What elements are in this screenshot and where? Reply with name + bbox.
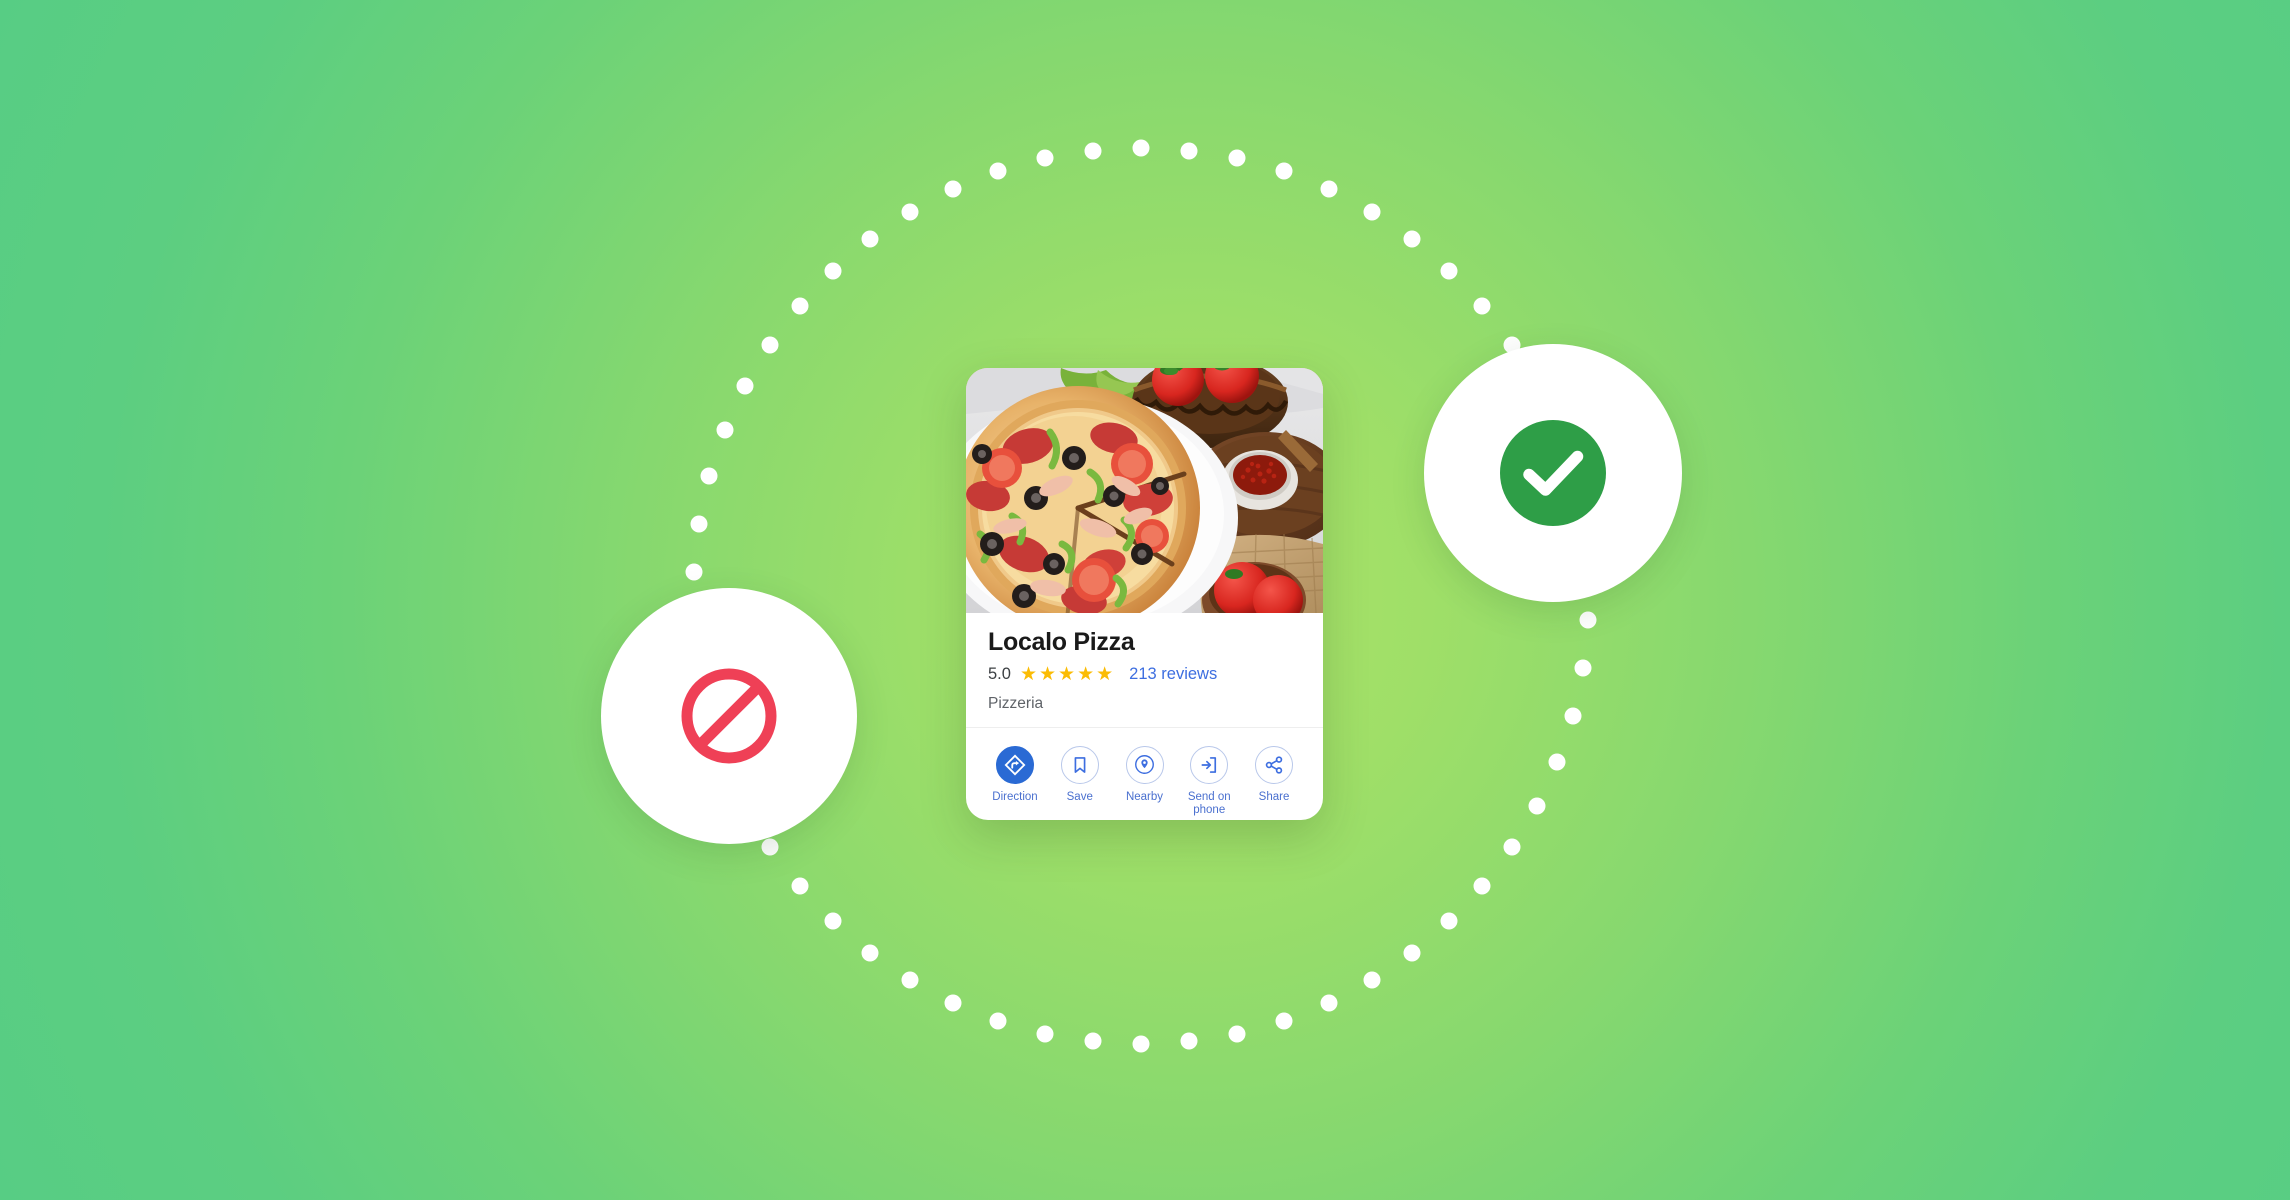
ring-dot	[1363, 203, 1381, 221]
send-to-phone-icon	[1201, 756, 1217, 773]
ring-dot	[1548, 753, 1566, 771]
pizza-photo-illustration	[966, 368, 1323, 613]
ring-dot	[1084, 142, 1102, 160]
ring-dot	[1440, 912, 1458, 930]
action-save[interactable]: Save	[1049, 745, 1111, 804]
prohibition-icon	[681, 668, 777, 764]
reviews-link[interactable]: 213 reviews	[1129, 665, 1217, 684]
ring-dot	[824, 912, 842, 930]
ring-dot	[824, 262, 842, 280]
ring-dot	[1036, 1025, 1054, 1043]
ring-dot	[989, 1012, 1007, 1030]
ring-dot	[1320, 180, 1338, 198]
ring-dot	[1363, 971, 1381, 989]
save-button[interactable]	[1060, 745, 1099, 784]
action-share[interactable]: Share	[1243, 745, 1305, 804]
ring-dot	[791, 877, 809, 895]
ring-dot	[1180, 1032, 1198, 1050]
action-nearby[interactable]: Nearby	[1114, 745, 1176, 804]
ring-dot	[1579, 611, 1597, 629]
ring-dot	[1503, 838, 1521, 856]
ring-dot	[901, 203, 919, 221]
ring-dot	[1574, 659, 1592, 677]
ring-dot	[1403, 230, 1421, 248]
ring-dot	[1132, 1035, 1150, 1053]
ring-dot	[1180, 142, 1198, 160]
ring-dot	[690, 515, 708, 533]
nearby-button[interactable]	[1125, 745, 1164, 784]
send-on-phone-button[interactable]	[1190, 745, 1229, 784]
ring-dot	[1036, 149, 1054, 167]
ring-dot	[1228, 1025, 1246, 1043]
ring-dot	[1228, 149, 1246, 167]
blocked-badge	[601, 588, 857, 844]
rating-value: 5.0	[988, 664, 1011, 683]
share-button[interactable]	[1255, 745, 1293, 784]
action-label: Send on phone	[1187, 790, 1231, 816]
ring-dot	[700, 467, 718, 485]
action-bar: Direction Save Nearby Send on phone Shar…	[966, 728, 1323, 821]
action-label: Direction	[992, 790, 1038, 803]
place-card: Localo Pizza 5.0 ★ ★ ★ ★ ★ 213 reviews P…	[966, 368, 1323, 820]
direction-button[interactable]	[996, 745, 1034, 784]
ring-dot	[761, 336, 779, 354]
action-label: Share	[1258, 790, 1290, 803]
ring-dot	[1473, 877, 1491, 895]
ring-dot	[1275, 1012, 1293, 1030]
ring-dot	[944, 994, 962, 1012]
ring-dot	[1440, 262, 1458, 280]
star-icon: ★	[1096, 663, 1114, 685]
ring-dot	[1084, 1032, 1102, 1050]
ring-dot	[685, 563, 703, 581]
direction-arrow-icon	[1004, 754, 1026, 775]
ring-dot	[716, 421, 734, 439]
share-nodes-icon	[1265, 755, 1283, 774]
check-circle-icon	[1500, 420, 1606, 526]
action-label: Save	[1066, 790, 1093, 803]
ring-dot	[1132, 139, 1150, 157]
ring-dot	[1528, 797, 1546, 815]
ring-dot	[1403, 944, 1421, 962]
place-category: Pizzeria	[988, 694, 1044, 712]
ring-dot	[944, 180, 962, 198]
ring-dot	[1275, 162, 1293, 180]
place-info: Localo Pizza 5.0 ★ ★ ★ ★ ★ 213 reviews P…	[966, 613, 1323, 728]
ring-dot	[861, 230, 879, 248]
star-icon: ★	[1077, 663, 1095, 685]
ring-dot	[901, 971, 919, 989]
star-rating: ★ ★ ★ ★ ★	[1020, 665, 1113, 684]
verified-badge	[1424, 344, 1682, 602]
action-send-on-phone[interactable]: Send on phone	[1178, 745, 1240, 817]
ring-dot	[861, 944, 879, 962]
ring-dot	[989, 162, 1007, 180]
action-label: Nearby	[1125, 790, 1164, 803]
ring-dot	[761, 838, 779, 856]
ring-dot	[1473, 297, 1491, 315]
star-icon: ★	[1038, 663, 1057, 685]
rating-row: 5.0 ★ ★ ★ ★ ★ 213 reviews	[988, 665, 1301, 684]
place-name: Localo Pizza	[988, 628, 1135, 656]
bookmark-icon	[1074, 756, 1086, 773]
action-direction[interactable]: Direction	[984, 745, 1046, 804]
ring-dot	[736, 377, 754, 395]
star-icon: ★	[1019, 663, 1037, 685]
ring-dot	[791, 297, 809, 315]
star-icon: ★	[1058, 663, 1076, 685]
place-photo	[966, 368, 1323, 613]
ring-dot	[1320, 994, 1338, 1012]
ring-dot	[1564, 707, 1582, 725]
location-pin-icon	[1135, 755, 1154, 774]
